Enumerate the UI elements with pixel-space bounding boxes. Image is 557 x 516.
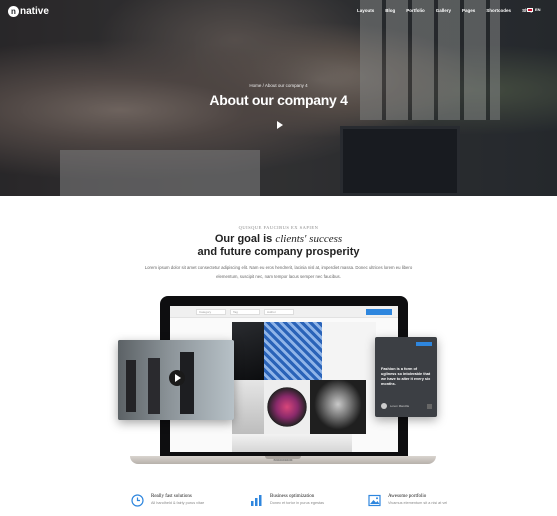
author-filter[interactable]: Author (264, 309, 294, 315)
feature-title: Really fast solutions (151, 494, 192, 499)
feature-desc: All handheld & fairly purus vitae (151, 501, 205, 505)
video-card[interactable] (118, 340, 234, 420)
gallery-tile[interactable] (232, 322, 264, 380)
video-figure (126, 360, 136, 412)
feature-title: Awesome portfolio (388, 494, 427, 499)
logo-badge: n (8, 6, 19, 17)
image-icon (368, 494, 381, 507)
gallery-tile[interactable] (264, 380, 310, 434)
clock-icon (131, 494, 144, 507)
page-title: About our company 4 (209, 92, 348, 108)
nav-item-portfolio[interactable]: Portfolio (406, 8, 425, 13)
nav-item-layouts[interactable]: Layouts (357, 8, 374, 13)
nav-item-gallery[interactable]: Gallery (436, 8, 451, 13)
title-line2: and future company prosperity (197, 246, 360, 258)
category-filter[interactable]: Category (196, 309, 226, 315)
filter-button[interactable] (366, 309, 392, 315)
bar-chart-icon (250, 494, 263, 507)
feature-desc: Vivamus elementum sit a nisi at vel (388, 501, 448, 505)
feature-item: Really fast solutions All handheld & fai… (131, 494, 204, 507)
avatar (381, 403, 387, 409)
title-prefix: Our goal is (214, 233, 276, 245)
video-figure (148, 358, 160, 414)
main-nav: Layouts Blog Portfolio Gallery Pages Sho… (357, 7, 544, 13)
gallery-tile[interactable] (232, 380, 264, 434)
logo[interactable]: n native (8, 6, 49, 17)
feature-item: Awesome portfolio Vivamus elementum sit … (368, 494, 447, 507)
quote-card: Fashion is a form of ugliness so intoler… (375, 337, 437, 417)
section-title: Our goal is clients' success and future … (0, 233, 557, 259)
gallery-tile[interactable] (232, 434, 352, 452)
title-emphasis: clients' success (275, 233, 343, 245)
filter-bar: Category Tag Author (170, 306, 398, 318)
gallery-tile[interactable] (310, 380, 366, 434)
feature-desc: Donec et tortor in purus egestas (270, 501, 325, 505)
quote-button[interactable] (416, 342, 432, 346)
feature-item: Business optimization Donec et tortor in… (250, 494, 324, 507)
quote-icon (427, 404, 432, 409)
language-switcher[interactable]: EN (527, 7, 541, 12)
quote-text: Fashion is a form of ugliness so intoler… (381, 367, 431, 386)
language-label: EN (535, 7, 541, 12)
nav-item-shortcodes[interactable]: Shortcodes (486, 8, 511, 13)
nav-item-pages[interactable]: Pages (462, 8, 475, 13)
logo-text: native (20, 6, 49, 17)
breadcrumb[interactable]: Home / About our company 4 (0, 83, 557, 88)
quote-author: Lorem Mancilla (390, 404, 409, 408)
hero-banner: n native Layouts Blog Portfolio Gallery … (0, 0, 557, 196)
gallery-tile[interactable] (322, 322, 376, 380)
gallery-tile[interactable] (264, 322, 322, 380)
feature-title: Business optimization (270, 494, 315, 499)
flag-icon (527, 7, 533, 12)
nav-item-blog[interactable]: Blog (385, 8, 395, 13)
play-icon[interactable] (277, 121, 283, 129)
section-eyebrow: QUISQUE FAUCIBUS EX SAPIEN (238, 225, 319, 230)
section-description: Lorem ipsum dolor sit amet consectetur a… (144, 265, 413, 279)
tag-filter[interactable]: Tag (230, 309, 260, 315)
play-icon[interactable] (169, 370, 185, 386)
laptop-notch (265, 456, 301, 459)
